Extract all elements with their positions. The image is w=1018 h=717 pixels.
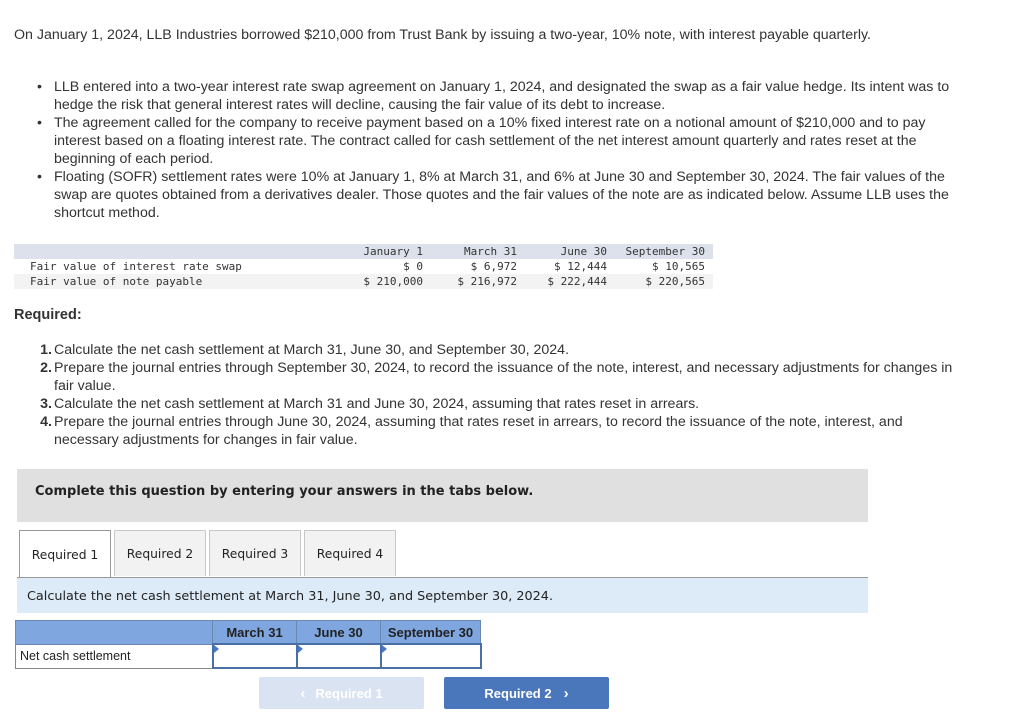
bullet-text: The agreement called for the company to … [54,115,926,167]
cell-value: $ 12,444 [554,260,607,273]
required-item: 3. Calculate the net cash settlement at M… [40,395,959,413]
cell-value: $ 216,972 [437,274,527,289]
item-text: Prepare the journal entries through Sept… [54,360,953,394]
column-header: September 30 [617,244,713,259]
bullet-icon: • [37,115,42,131]
table-row: Net cash settlement [15,643,482,669]
cell-value: $ 210,000 [348,274,437,289]
bullet-icon: • [37,169,42,185]
table-row: Fair value of interest rate swap $ 0 $ 6… [14,259,713,274]
answer-cell [211,643,298,669]
cell-value: $ 0 [403,260,423,273]
previous-button[interactable]: ‹ Required 1 [259,677,424,709]
required-title: Required: [14,307,82,323]
tab-required-3[interactable]: Required 3 [209,530,301,576]
net-cash-settlement-march-31-input[interactable] [213,646,296,666]
answer-table: March 31 June 30 September 30 Net cash s… [15,620,482,669]
answer-cell [295,643,382,669]
cell-value: $ 222,444 [527,274,617,289]
column-header-september-30: September 30 [380,620,481,645]
input-flag-icon [297,645,303,653]
cell-value: $ 220,565 [617,274,713,289]
banner-text: Complete this question by entering your … [35,484,534,499]
tab-instruction-bar: Calculate the net cash settlement at Mar… [17,578,868,613]
answer-header-row: March 31 June 30 September 30 [15,620,481,645]
problem-intro: On January 1, 2024, LLB Industries borro… [14,27,871,43]
item-text: Calculate the net cash settlement at Mar… [54,342,570,358]
bullet-item: • Floating (SOFR) settlement rates were 1… [37,168,959,222]
fair-value-header-row: January 1 March 31 June 30 September 30 [14,244,713,259]
tab-required-4[interactable]: Required 4 [304,530,396,576]
column-header-june-30: June 30 [296,620,381,645]
column-header: June 30 [527,244,617,259]
bullet-icon: • [37,79,42,95]
cell-value: $ 10,565 [652,260,705,273]
input-flag-icon [213,645,219,653]
tab-instruction-text: Calculate the net cash settlement at Mar… [27,589,554,604]
tab-required-1[interactable]: Required 1 [19,530,111,578]
bullet-text: LLB entered into a two-year interest rat… [54,79,950,113]
problem-bullets: • LLB entered into a two-year interest ra… [37,78,959,222]
bullet-item: • LLB entered into a two-year interest ra… [37,78,959,114]
required-item: 1. Calculate the net cash settlement at M… [40,341,959,359]
answer-cell [379,643,482,669]
item-number: 1. [40,342,52,358]
table-row: Fair value of note payable $ 210,000 $ 2… [14,274,713,289]
fair-value-table: January 1 March 31 June 30 September 30 … [14,244,713,289]
header-blank [15,620,213,645]
bullet-text: Floating (SOFR) settlement rates were 10… [54,169,949,221]
tab-required-2[interactable]: Required 2 [114,530,206,576]
previous-button-label: Required 1 [315,685,383,701]
row-label: Net cash settlement [15,643,213,669]
item-text: Prepare the journal entries through June… [54,414,903,448]
column-header: March 31 [437,244,527,259]
column-header: January 1 [348,244,437,259]
required-list: 1. Calculate the net cash settlement at M… [40,341,959,449]
chevron-right-icon: › [563,684,569,702]
cell-value: $ 6,972 [470,260,517,273]
column-header-march-31: March 31 [212,620,297,645]
bullet-item: • The agreement called for the company to… [37,114,959,168]
row-label: Fair value of interest rate swap [30,260,242,273]
row-label: Fair value of note payable [14,274,348,289]
next-button-label: Required 2 [484,685,552,701]
instructions-banner: Complete this question by entering your … [17,469,868,522]
required-item: 4. Prepare the journal entries through Ju… [40,413,959,449]
net-cash-settlement-june-30-input[interactable] [297,646,380,666]
net-cash-settlement-september-30-input[interactable] [381,646,480,666]
header-blank [14,244,348,259]
item-number: 4. [40,414,52,430]
next-button[interactable]: Required 2 › [444,677,609,709]
required-item: 2. Prepare the journal entries through Se… [40,359,959,395]
item-number: 2. [40,360,52,376]
item-number: 3. [40,396,52,412]
input-flag-icon [381,645,387,653]
item-text: Calculate the net cash settlement at Mar… [54,396,700,412]
chevron-left-icon: ‹ [300,684,306,702]
